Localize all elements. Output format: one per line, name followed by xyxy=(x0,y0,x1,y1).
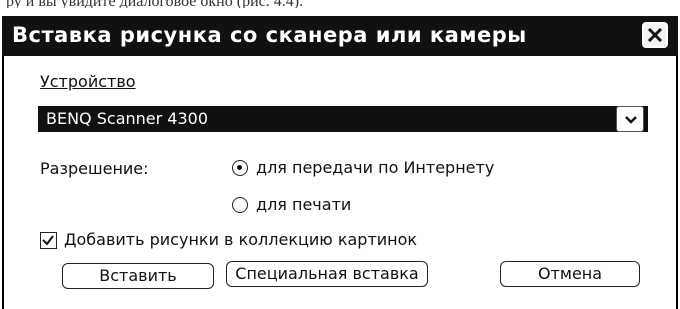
insert-button[interactable]: Вставить xyxy=(62,263,214,289)
add-to-collection-label: Добавить рисунки в коллекцию картинок xyxy=(64,230,418,249)
chevron-down-icon xyxy=(625,116,637,124)
device-label: Устройство xyxy=(40,72,136,91)
radio-print-label: для печати xyxy=(256,195,352,214)
radio-internet[interactable] xyxy=(232,160,248,176)
device-selected-value: BENQ Scanner 4300 xyxy=(46,109,208,128)
checkmark-icon xyxy=(42,235,54,246)
resolution-label: Разрешение: xyxy=(40,159,149,178)
title-bar: Вставка рисунка со сканера или камеры xyxy=(2,16,678,56)
dialog-title: Вставка рисунка со сканера или камеры xyxy=(12,23,527,47)
special-insert-button[interactable]: Специальная вставка xyxy=(226,261,428,287)
dialog-body: Устройство BENQ Scanner 4300 Разрешение:… xyxy=(2,56,678,309)
cancel-button[interactable]: Отмена xyxy=(500,261,640,287)
page-text-fragment: ру и вы увидите диалоговое окно (рис. 4.… xyxy=(0,0,680,8)
radio-internet-label: для передачи по Интернету xyxy=(256,158,495,177)
insert-picture-dialog: Вставка рисунка со сканера или камеры Ус… xyxy=(2,16,678,309)
add-to-collection-checkbox[interactable] xyxy=(40,232,57,249)
close-button[interactable] xyxy=(642,22,668,48)
radio-selected-dot xyxy=(237,165,242,170)
radio-print[interactable] xyxy=(232,197,248,213)
device-select[interactable]: BENQ Scanner 4300 xyxy=(38,106,648,132)
close-icon xyxy=(647,27,663,43)
device-dropdown-button[interactable] xyxy=(616,106,644,132)
